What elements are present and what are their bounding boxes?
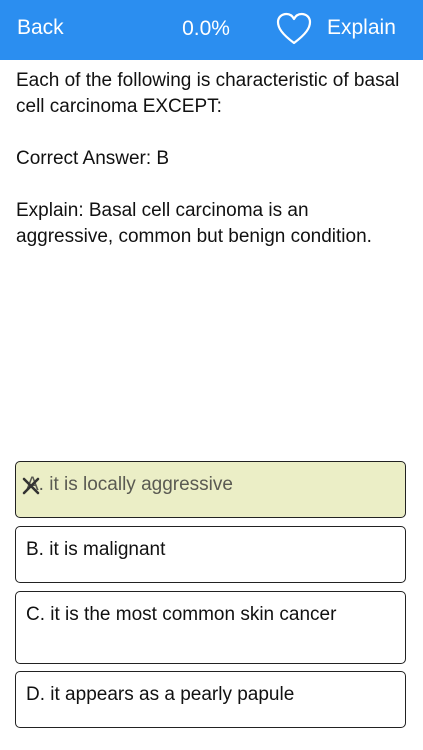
answer-option-label: B. it is malignant bbox=[26, 539, 166, 560]
correct-answer-text: Correct Answer: B bbox=[16, 148, 170, 169]
answer-option-label: C. it is the most common skin cancer bbox=[26, 604, 337, 625]
answer-option-label: D. it appears as a pearly papule bbox=[26, 684, 295, 705]
answer-option-label: A. it is locally aggressive bbox=[26, 474, 233, 495]
answer-option-c[interactable]: C. it is the most common skin cancer bbox=[15, 591, 406, 664]
answer-option-a[interactable]: A. it is locally aggressive bbox=[15, 461, 406, 518]
x-mark-icon bbox=[22, 477, 40, 495]
question-content: Each of the following is characteristic … bbox=[16, 68, 406, 276]
explain-button[interactable]: Explain bbox=[327, 14, 396, 42]
explanation-text: Explain: Basal cell carcinoma is an aggr… bbox=[16, 200, 372, 247]
answer-option-d[interactable]: D. it appears as a pearly papule bbox=[15, 671, 406, 728]
answer-option-b[interactable]: B. it is malignant bbox=[15, 526, 406, 583]
heart-icon[interactable] bbox=[276, 12, 312, 46]
top-nav-bar: Back 0.0% Explain bbox=[0, 0, 423, 60]
question-text: Each of the following is characteristic … bbox=[16, 70, 400, 117]
